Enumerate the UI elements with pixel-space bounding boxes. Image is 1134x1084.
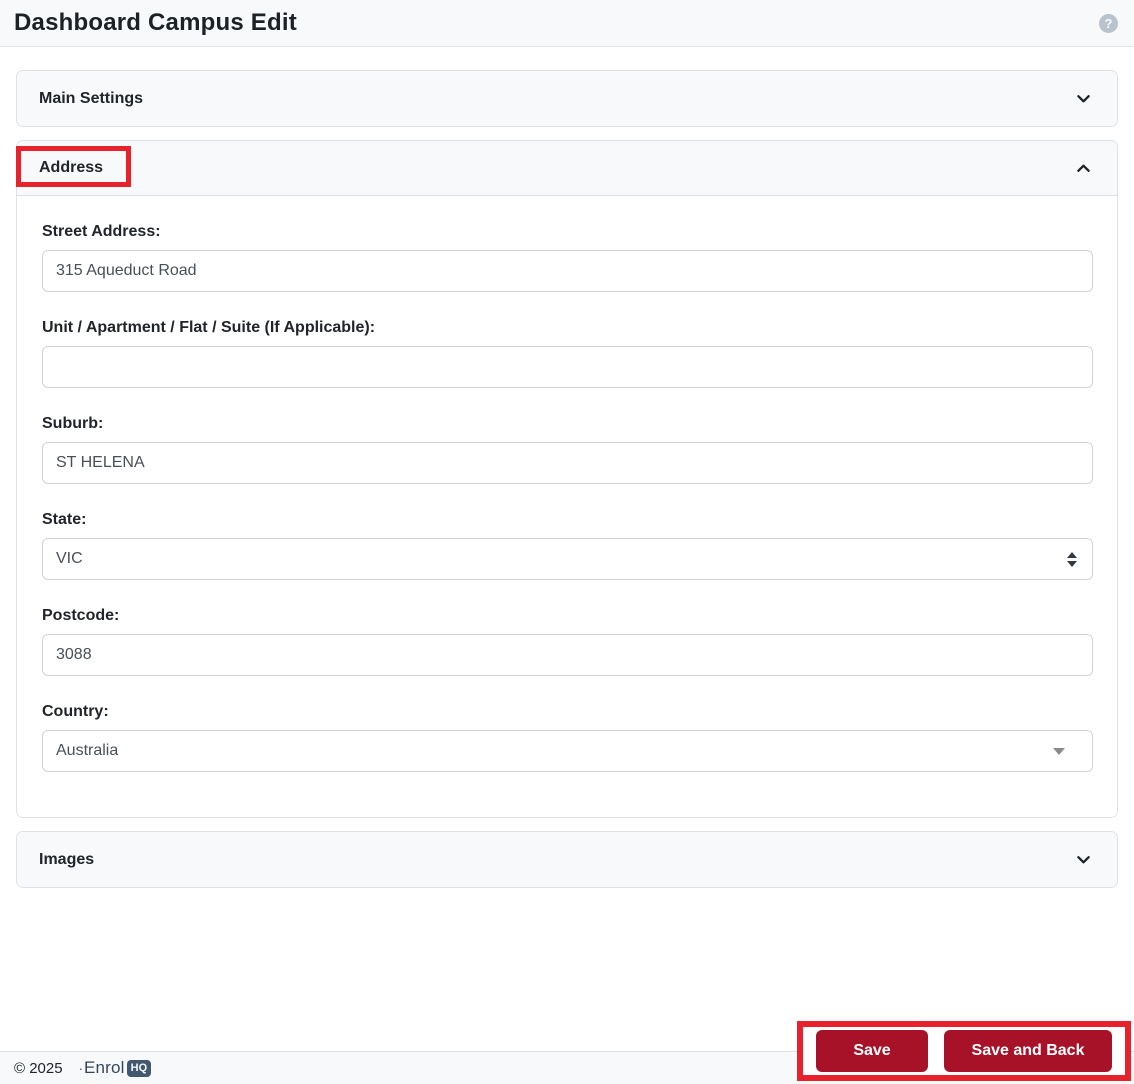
logo-badge: HQ xyxy=(126,1059,152,1077)
chevron-down-icon xyxy=(1076,91,1091,106)
suburb-input[interactable] xyxy=(42,442,1093,484)
street-address-input[interactable] xyxy=(42,250,1093,292)
field-postcode: Postcode: xyxy=(42,607,1093,676)
save-and-back-button[interactable]: Save and Back xyxy=(944,1030,1112,1072)
section-images: Images xyxy=(16,831,1118,888)
state-label: State: xyxy=(42,511,87,528)
enrolhq-logo: · Enrol HQ xyxy=(79,1058,152,1078)
logo-prefix-mark: · xyxy=(78,1060,83,1076)
copyright-text: © 2025 xyxy=(14,1059,63,1077)
field-street-address: Street Address: xyxy=(42,223,1093,292)
field-state: State: VIC xyxy=(42,511,1093,580)
main-content: Main Settings Address Street Address: Un… xyxy=(0,47,1134,888)
save-button[interactable]: Save xyxy=(816,1030,928,1072)
country-select[interactable]: Australia xyxy=(42,730,1093,772)
chevron-down-icon xyxy=(1076,852,1091,867)
section-label-images: Images xyxy=(39,850,95,868)
page-header: Dashboard Campus Edit ? xyxy=(0,0,1134,47)
section-main-settings: Main Settings xyxy=(16,70,1118,127)
annotation-box-save-buttons: Save Save and Back xyxy=(797,1021,1131,1081)
country-select-value: Australia xyxy=(56,742,119,759)
up-down-arrows-icon xyxy=(1067,551,1077,567)
country-label: Country: xyxy=(42,703,109,720)
postcode-input[interactable] xyxy=(42,634,1093,676)
section-address: Address Street Address: Unit / Apartment… xyxy=(16,140,1118,818)
field-country: Country: Australia xyxy=(42,703,1093,772)
postcode-label: Postcode: xyxy=(42,607,120,624)
section-header-address[interactable]: Address xyxy=(17,141,1117,196)
chevron-up-icon xyxy=(1076,161,1091,176)
state-select-value: VIC xyxy=(56,550,83,567)
help-icon[interactable]: ? xyxy=(1099,13,1118,33)
section-label-main-settings: Main Settings xyxy=(39,89,144,107)
section-label-address: Address xyxy=(39,159,104,176)
state-select[interactable]: VIC xyxy=(42,538,1093,580)
field-unit: Unit / Apartment / Flat / Suite (If Appl… xyxy=(42,319,1093,388)
field-suburb: Suburb: xyxy=(42,415,1093,484)
page-title: Dashboard Campus Edit xyxy=(14,9,297,36)
section-header-main-settings[interactable]: Main Settings xyxy=(17,71,1117,126)
section-header-images[interactable]: Images xyxy=(17,832,1117,887)
unit-input[interactable] xyxy=(42,346,1093,388)
unit-label: Unit / Apartment / Flat / Suite (If Appl… xyxy=(42,319,376,336)
address-form: Street Address: Unit / Apartment / Flat … xyxy=(17,196,1117,817)
street-address-label: Street Address: xyxy=(42,223,161,240)
down-triangle-icon xyxy=(1053,747,1065,755)
logo-text: Enrol xyxy=(83,1058,125,1077)
suburb-label: Suburb: xyxy=(42,415,104,432)
